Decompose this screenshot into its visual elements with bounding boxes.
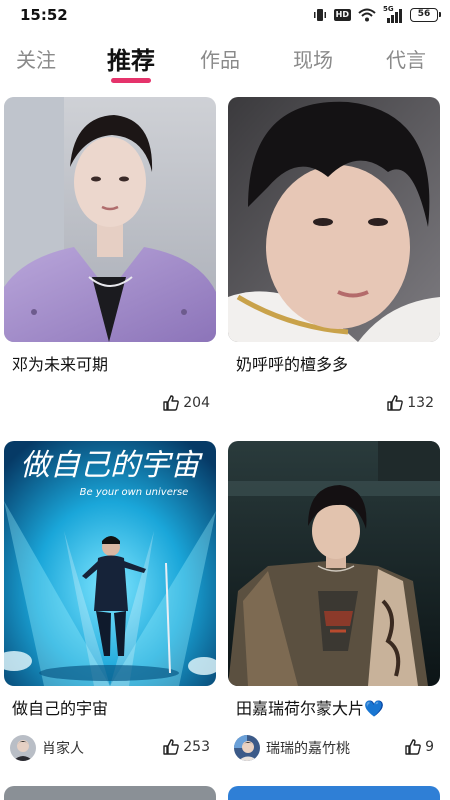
feed-card[interactable]: 邓为未来可期 204 (4, 97, 216, 419)
battery-level: 56 (417, 9, 431, 19)
active-tab-indicator (111, 78, 151, 83)
card-title[interactable]: 田嘉瑞荷尔蒙大片💙 (236, 695, 384, 719)
card-image[interactable] (4, 97, 216, 342)
wifi-icon (358, 8, 376, 22)
card-image[interactable] (228, 441, 440, 686)
thumbs-up-icon (163, 739, 180, 755)
card-image[interactable]: 做自己的宇宙 Be your own universe (4, 441, 216, 686)
image-subtitle-text: Be your own universe (80, 487, 189, 498)
feed-card[interactable] (228, 786, 440, 800)
like-button[interactable]: 9 (405, 739, 434, 755)
thumbs-up-icon (387, 395, 404, 411)
author-name[interactable]: 肖家人 (42, 738, 84, 758)
tab-works[interactable]: 作品 (200, 44, 240, 73)
card-image[interactable] (228, 97, 440, 342)
vibrate-icon (313, 9, 326, 21)
thumbs-up-icon (405, 739, 421, 755)
like-count: 9 (425, 739, 434, 755)
tab-endorsement[interactable]: 代言 (386, 44, 426, 73)
tab-recommend[interactable]: 推荐 (107, 41, 155, 76)
category-tabs: 关注 推荐 作品 现场 代言 (0, 38, 450, 88)
like-button[interactable]: 204 (163, 395, 210, 411)
thumbs-up-icon (163, 395, 180, 411)
feed-card[interactable]: 田嘉瑞荷尔蒙大片💙 瑞瑞的嘉竹桃 9 (228, 441, 440, 771)
hd-badge: HD (333, 9, 351, 21)
status-bar: 15:52 HD 5G 56 (0, 0, 450, 30)
feed-card[interactable]: 奶呼呼的檀多多 132 (228, 97, 440, 419)
status-icons: HD 5G 56 (313, 5, 441, 23)
card-image[interactable] (228, 786, 440, 800)
signal-icon: 5G (383, 5, 403, 23)
like-count: 253 (183, 739, 210, 755)
feed-card[interactable]: 做自己的宇宙 Be your own universe 做自己的宇宙 肖家人 2… (4, 441, 216, 771)
card-title[interactable]: 做自己的宇宙 (12, 695, 108, 719)
like-count: 204 (183, 395, 210, 411)
feed-card[interactable] (4, 786, 216, 800)
card-image[interactable] (4, 786, 216, 800)
card-title[interactable]: 奶呼呼的檀多多 (236, 351, 348, 375)
status-time: 15:52 (20, 6, 68, 24)
tab-live[interactable]: 现场 (293, 44, 333, 73)
like-button[interactable]: 132 (387, 395, 434, 411)
card-title[interactable]: 邓为未来可期 (12, 351, 108, 375)
battery-icon: 56 (410, 8, 441, 22)
author-info[interactable]: 瑞瑞的嘉竹桃 (234, 735, 350, 761)
avatar[interactable] (10, 735, 36, 761)
author-name[interactable]: 瑞瑞的嘉竹桃 (266, 738, 350, 758)
like-button[interactable]: 253 (163, 739, 210, 755)
avatar[interactable] (234, 735, 260, 761)
network-type: 5G (383, 5, 394, 13)
tab-follow[interactable]: 关注 (16, 44, 56, 73)
like-count: 132 (407, 395, 434, 411)
image-title-text: 做自己的宇宙 (20, 448, 203, 483)
author-info[interactable]: 肖家人 (10, 735, 84, 761)
